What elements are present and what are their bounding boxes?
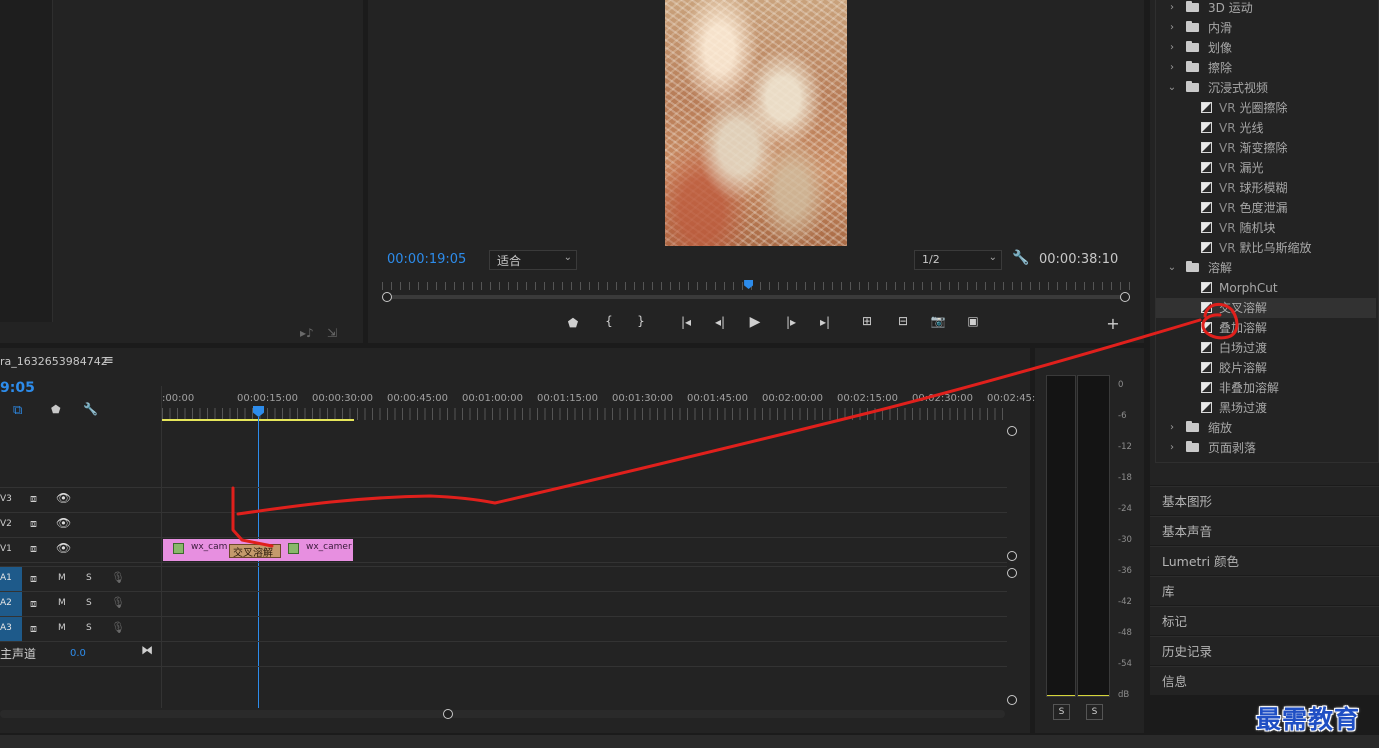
red-annotation-stroke [231, 302, 1239, 548]
annotation-arrow-path [231, 318, 1202, 548]
watermark: 最需教育 [1256, 705, 1361, 734]
annotation-circle [1201, 302, 1239, 340]
